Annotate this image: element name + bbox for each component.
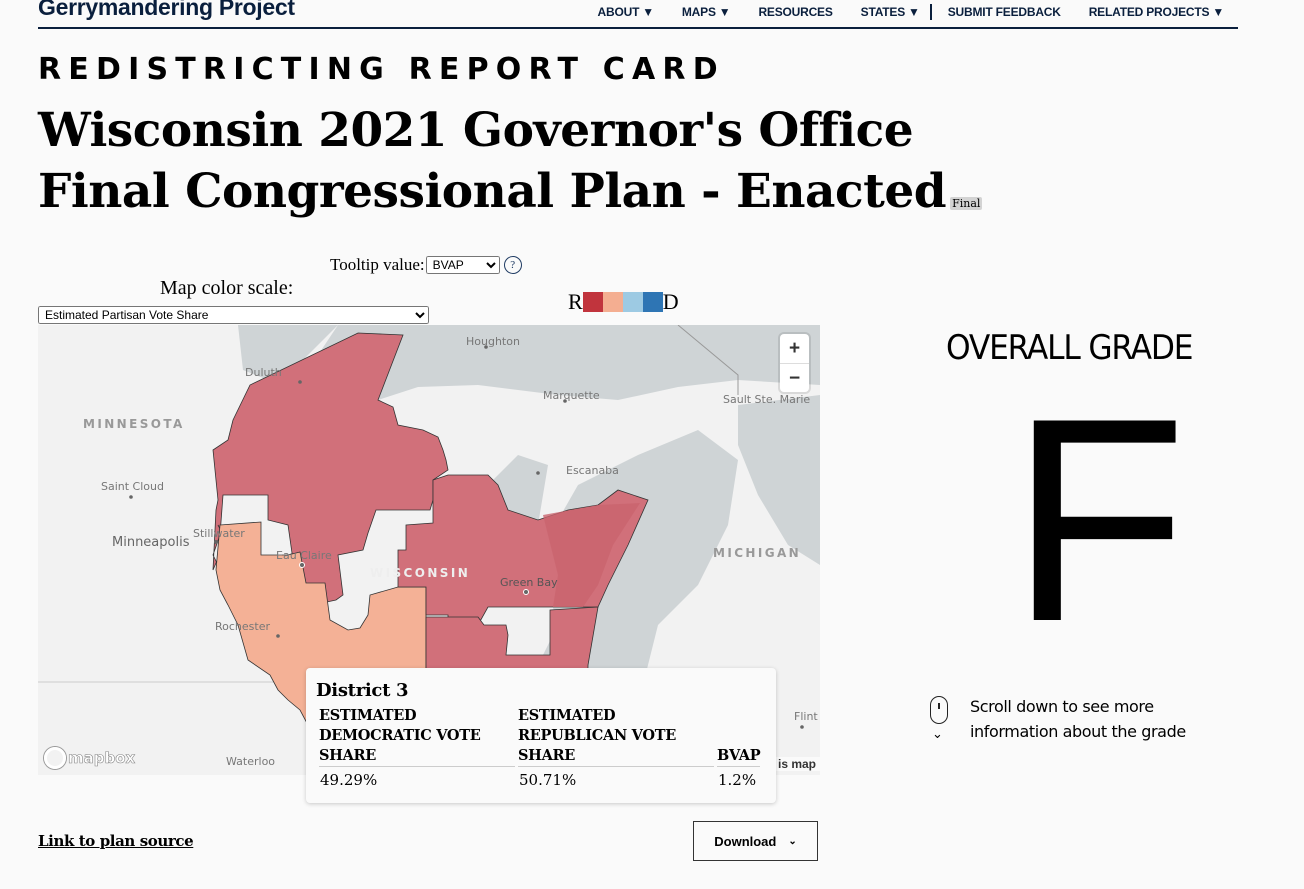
mouse-icon <box>930 696 948 724</box>
mapbox-logo-text: mapbox <box>68 749 136 768</box>
tooltip-value-control: Tooltip value: BVAP ? <box>330 255 522 275</box>
city-dot-duluth <box>298 380 302 384</box>
legend-swatch-strong-d <box>642 292 663 312</box>
nav-resources-label: RESOURCES <box>758 5 833 19</box>
nav-divider <box>929 4 932 20</box>
district-tooltip: District 3 ESTIMATED DEMOCRATIC VOTE SHA… <box>306 668 776 803</box>
tooltip-value-bvap: 1.2% <box>718 771 757 789</box>
city-dot-escanaba <box>536 471 540 475</box>
map-label-michigan: MICHIGAN <box>713 546 802 560</box>
page-title-text: Wisconsin 2021 Governor's Office Final C… <box>38 103 947 219</box>
map-label-flint: Flint <box>794 710 818 723</box>
mapbox-icon <box>44 747 66 769</box>
nav-related-projects-label: RELATED PROJECTS <box>1088 5 1210 19</box>
scroll-hint: ⌄ Scroll down to see more information ab… <box>930 696 1200 744</box>
map-label-minnesota: MINNESOTA <box>83 417 185 431</box>
map-label-marquette: Marquette <box>543 389 600 402</box>
map-label-duluth: Duluth <box>245 366 282 379</box>
nav-related-projects[interactable]: RELATED PROJECTS ▼ <box>1089 5 1224 19</box>
status-badge: Final <box>950 197 983 210</box>
nav-submit-feedback[interactable]: SUBMIT FEEDBACK <box>948 5 1061 19</box>
tooltip-table: ESTIMATED DEMOCRATIC VOTE SHARE ESTIMATE… <box>316 706 763 790</box>
nav-maps[interactable]: MAPS ▼ <box>682 5 731 19</box>
map-label-rochester: Rochester <box>215 620 270 633</box>
tooltip-header-bvap: BVAP <box>717 706 761 767</box>
map-label-waterloo: Waterloo <box>226 755 276 768</box>
mapbox-logo[interactable]: mapbox <box>44 747 136 769</box>
city-dot-green-bay <box>523 589 529 595</box>
caret-down-icon: ▼ <box>908 5 920 19</box>
legend-republican-label: R <box>568 289 583 314</box>
legend-democrat-label: D <box>662 289 679 314</box>
tooltip-value-dem: 49.29% <box>320 771 378 789</box>
nav-maps-label: MAPS <box>681 5 716 19</box>
zoom-in-button[interactable]: + <box>780 334 809 363</box>
city-dot-eau-claire <box>299 562 305 568</box>
help-icon[interactable]: ? <box>503 256 522 274</box>
caret-down-icon: ▼ <box>642 5 654 19</box>
map-color-scale-label: Map color scale: <box>160 277 294 299</box>
legend-swatch-lean-r <box>602 292 623 312</box>
legend-swatch-lean-d <box>622 292 643 312</box>
map-label-minneapolis: Minneapolis <box>112 535 190 550</box>
scroll-hint-text: Scroll down to see more information abou… <box>970 697 1186 741</box>
nav-states[interactable]: STATES ▼ <box>861 5 920 19</box>
nav-resources[interactable]: RESOURCES <box>758 5 832 19</box>
map-label-houghton: Houghton <box>466 335 520 348</box>
nav-about[interactable]: ABOUT ▼ <box>597 5 655 19</box>
tooltip-header-dem: ESTIMATED DEMOCRATIC VOTE SHARE <box>319 706 515 767</box>
legend-swatch-strong-r <box>582 292 603 312</box>
map-zoom-control: + − <box>780 334 809 392</box>
nav-submit-feedback-label: SUBMIT FEEDBACK <box>947 5 1061 19</box>
tooltip-header-rep: ESTIMATED REPUBLICAN VOTE SHARE <box>518 706 714 767</box>
tooltip-value-select[interactable]: BVAP <box>425 256 500 274</box>
caret-down-icon: ▼ <box>1212 5 1224 19</box>
map-label-green-bay: Green Bay <box>500 576 558 589</box>
city-dot-saint-cloud <box>129 495 133 499</box>
nav-about-label: ABOUT <box>597 5 640 19</box>
map-color-scale-select[interactable]: Estimated Partisan Vote Share <box>38 306 429 324</box>
map-label-stillwater: Stillwater <box>193 527 245 540</box>
tooltip-value-label: Tooltip value: <box>330 255 425 274</box>
city-dot-rochester <box>276 634 280 638</box>
map-label-eau-claire: Eau Claire <box>276 549 332 562</box>
top-navigation-bar: Gerrymandering Project ABOUT ▼ MAPS ▼ RESO… <box>38 0 1238 29</box>
brand-logo-text[interactable]: Gerrymandering Project <box>38 0 295 21</box>
map-label-saint-cloud: Saint Cloud <box>101 480 164 493</box>
chevron-down-icon: ⌄ <box>788 835 797 847</box>
page-title: Wisconsin 2021 Governor's Office Final C… <box>38 100 998 222</box>
city-dot-flint <box>800 725 804 729</box>
download-button[interactable]: Download ⌄ <box>693 821 818 861</box>
tooltip-title: District 3 <box>316 680 409 701</box>
zoom-out-button[interactable]: − <box>780 363 809 393</box>
page-kicker: REDISTRICTING REPORT CARD <box>38 52 725 87</box>
nav-states-label: STATES <box>860 5 906 19</box>
improve-this-map-link[interactable]: is map <box>774 757 820 771</box>
tooltip-value-rep: 50.71% <box>519 771 577 789</box>
chevron-down-icon: ⌄ <box>932 726 943 741</box>
caret-down-icon: ▼ <box>718 5 731 19</box>
plan-source-link[interactable]: Link to plan source <box>38 832 194 850</box>
lake-huron <box>738 395 820 565</box>
download-label: Download <box>714 833 777 849</box>
map-label-wisconsin: WISCONSIN <box>370 566 471 580</box>
main-nav: ABOUT ▼ MAPS ▼ RESOURCES STATES ▼ SUBMIT FE… <box>598 4 1224 20</box>
overall-grade-value: F <box>1010 358 1188 682</box>
city-dot-minneapolis <box>214 540 218 544</box>
map-label-escanaba: Escanaba <box>566 464 619 477</box>
color-legend: R D <box>568 289 679 315</box>
scroll-hint-icon-wrap: ⌄ <box>930 696 952 744</box>
map-label-sault-ste-marie: Sault Ste. Marie <box>723 393 811 406</box>
